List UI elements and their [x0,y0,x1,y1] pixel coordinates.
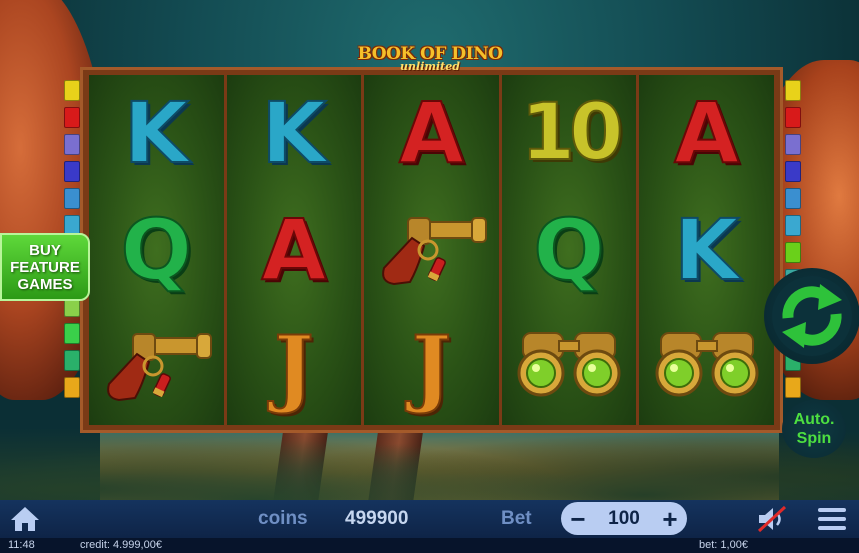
reel-cell: Q [89,192,224,309]
symbol-k: K [260,84,327,183]
reel-cell: Q [502,192,637,309]
reels-grid: KQ KAJA J 10 Q AK [89,75,774,425]
coins-value: 499900 [345,508,409,529]
reel-cell: 10 [502,75,637,192]
autospin-label: Auto. [793,411,835,428]
reel-cell [639,308,774,425]
reel-column: AK [639,75,774,425]
reel-column: KAJ [226,75,362,425]
payline-marker [785,188,801,209]
reel-column: KQ [89,75,224,425]
payline-marker [64,134,80,155]
payline-marker [64,80,80,101]
payline-marker [64,377,80,398]
flare-gun-icon [97,324,215,409]
reel-column: 10 Q [501,75,637,425]
reels-frame: KQ KAJA J 10 Q AK [80,67,783,433]
clock-time: 11:48 [8,539,35,551]
payline-marker [785,215,801,236]
bet-stepper: − 100 + [561,502,687,535]
reel-cell: J [364,308,499,425]
autospin-label: Spin [796,430,832,447]
bet-increase-button[interactable]: + [659,506,681,532]
symbol-q: Q [120,201,193,299]
game-logo: BOOK OF DINO unlimited [355,44,505,73]
reel-cell: A [227,192,362,309]
bet-value: 100 [608,507,640,529]
payline-marker [64,350,80,371]
spin-button[interactable] [764,268,859,364]
reel-cell: K [89,75,224,192]
symbol-j: J [273,316,315,416]
binoculars-icon [647,327,767,406]
reel-cell [502,308,637,425]
bet-decrease-button[interactable]: − [567,506,589,532]
symbol-q: Q [532,201,605,299]
spin-arrows-icon [772,276,852,356]
symbol-a: A [398,84,465,183]
symbol-k: K [673,201,740,299]
binoculars-icon [509,327,629,406]
buy-feature-line: FEATURE [10,258,80,276]
symbol-a: A [260,201,327,299]
payline-marker [785,107,801,128]
payline-marker [785,134,801,155]
coins-label: coins [258,508,308,529]
menu-button[interactable] [817,505,847,533]
payline-marker [785,161,801,182]
reel-column: A J [364,75,499,425]
payline-marker [785,377,801,398]
symbol-a: A [673,84,740,183]
payline-marker [64,161,80,182]
payline-marker [785,80,801,101]
speaker-muted-icon [757,505,787,533]
status-bar: 11:48 credit: 4.999,00€ bet: 1,00€ [0,538,859,553]
bottom-control-bar: coins 499900 Bet − 100 + [0,500,859,538]
home-icon [11,507,39,531]
symbol-j: J [411,316,453,416]
reel-cell: K [639,192,774,309]
payline-marker [785,242,801,263]
symbol-ten: 10 [520,88,625,179]
reel-cell: K [227,75,362,192]
buy-feature-line: BUY [29,241,61,259]
home-button[interactable] [10,505,40,533]
reel-cell: J [227,308,362,425]
payline-marker [64,323,80,344]
buy-feature-line: GAMES [17,275,73,293]
bet-label: Bet [501,508,532,529]
hamburger-menu-icon [818,508,846,530]
autospin-button[interactable]: Auto. Spin [782,400,846,458]
reel-cell: A [364,75,499,192]
payline-marker [64,188,80,209]
payline-marker [64,107,80,128]
reel-cell: A [639,75,774,192]
flare-gun-icon [372,208,490,293]
symbol-k: K [123,84,190,183]
reel-cell [364,192,499,309]
bet-readout: bet: 1,00€ [699,539,748,551]
buy-feature-games-button[interactable]: BUY FEATURE GAMES [0,233,90,301]
reel-cell [89,308,224,425]
sound-toggle-button[interactable] [755,505,789,533]
credit-readout: credit: 4.999,00€ [80,539,162,551]
